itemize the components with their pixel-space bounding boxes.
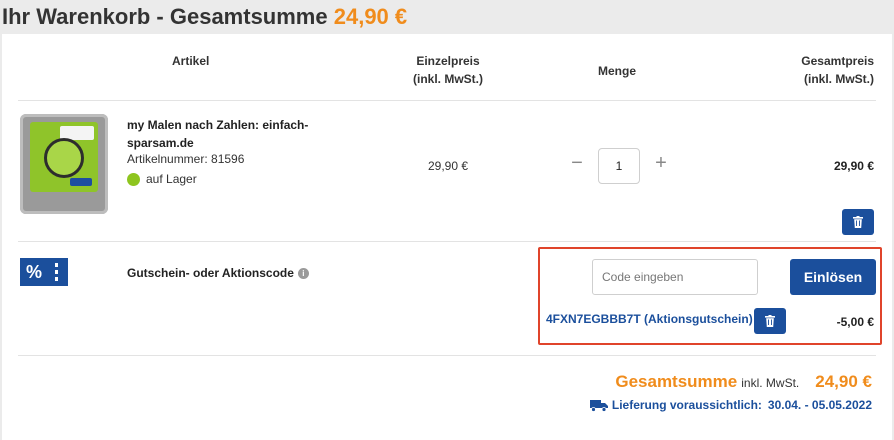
truck-icon (589, 399, 608, 412)
remove-item-button[interactable] (842, 209, 874, 235)
voucher-divider (18, 355, 876, 356)
item-divider (18, 241, 876, 242)
voucher-label-text: Gutschein- oder Aktionscode (127, 266, 294, 280)
voucher-icon-dots (55, 263, 58, 281)
page-title-text: Ihr Warenkorb - Gesamtsumme (2, 4, 328, 29)
quantity-decrease-button[interactable]: − (568, 152, 586, 175)
redeem-button[interactable]: Einlösen (790, 259, 876, 295)
product-image-cover (30, 122, 98, 192)
delivery-estimate: Lieferung voraussichtlich: 30.04. - 05.0… (589, 398, 872, 412)
voucher-icon-percent: % (26, 261, 43, 282)
header-unit-price-line2: (inkl. MwSt.) (413, 72, 483, 86)
stock-dot-icon (127, 172, 140, 186)
header-quantity: Menge (598, 64, 637, 78)
trash-icon (765, 315, 775, 327)
grand-total-label: Gesamtsumme (615, 372, 738, 391)
quantity-input[interactable] (598, 148, 640, 184)
product-image-pig (44, 138, 84, 178)
voucher-discount: -5,00 € (836, 315, 874, 329)
cart-card: Artikel Einzelpreis (inkl. MwSt.) Menge … (2, 34, 892, 440)
info-icon[interactable]: i (297, 267, 309, 279)
delivery-label: Lieferung voraussichtlich: (611, 398, 762, 412)
delivery-dates: 30.04. - 05.05.2022 (767, 398, 872, 412)
unit-price: 29,90 € (428, 159, 469, 173)
header-divider (18, 100, 876, 101)
header-total-line2: (inkl. MwSt.) (804, 72, 874, 86)
grand-total-row: Gesamtsumme inkl. MwSt. 24,90 € (615, 372, 872, 392)
stock-status: auf Lager (127, 172, 197, 186)
header-unit-price: Einzelpreis (inkl. MwSt.) (406, 52, 490, 88)
vat-note: inkl. MwSt. (741, 376, 800, 390)
remove-voucher-button[interactable] (754, 308, 786, 334)
header-unit-price-line1: Einzelpreis (416, 54, 480, 68)
header-total-line1: Gesamtpreis (801, 54, 874, 68)
header-total: Gesamtpreis (inkl. MwSt.) (801, 52, 874, 88)
grand-total-value: 24,90 € (815, 372, 872, 391)
trash-icon (853, 216, 863, 228)
header-article: Artikel (172, 54, 210, 68)
product-image[interactable] (20, 114, 108, 214)
article-number: Artikelnummer: 81596 (127, 152, 245, 166)
product-name-link[interactable]: my Malen nach Zahlen: einfach-sparsam.de (127, 116, 337, 152)
line-total: 29,90 € (833, 159, 874, 173)
page-title-total: 24,90 € (333, 4, 408, 29)
stock-label: auf Lager (146, 172, 197, 186)
quantity-increase-button[interactable]: + (652, 152, 670, 175)
voucher-highlight-box: Einlösen 4FXN7EGBBB7T (Aktionsgutschein)… (538, 247, 882, 345)
voucher-label: Gutschein- oder Aktionscode i (127, 266, 309, 280)
applied-voucher-code[interactable]: 4FXN7EGBBB7T (Aktionsgutschein) (546, 312, 753, 326)
product-image-logo (70, 178, 92, 186)
page-title: Ihr Warenkorb - Gesamtsumme 24,90 € (2, 4, 407, 30)
voucher-code-input[interactable] (592, 259, 758, 295)
voucher-percent-icon: % (20, 258, 68, 286)
